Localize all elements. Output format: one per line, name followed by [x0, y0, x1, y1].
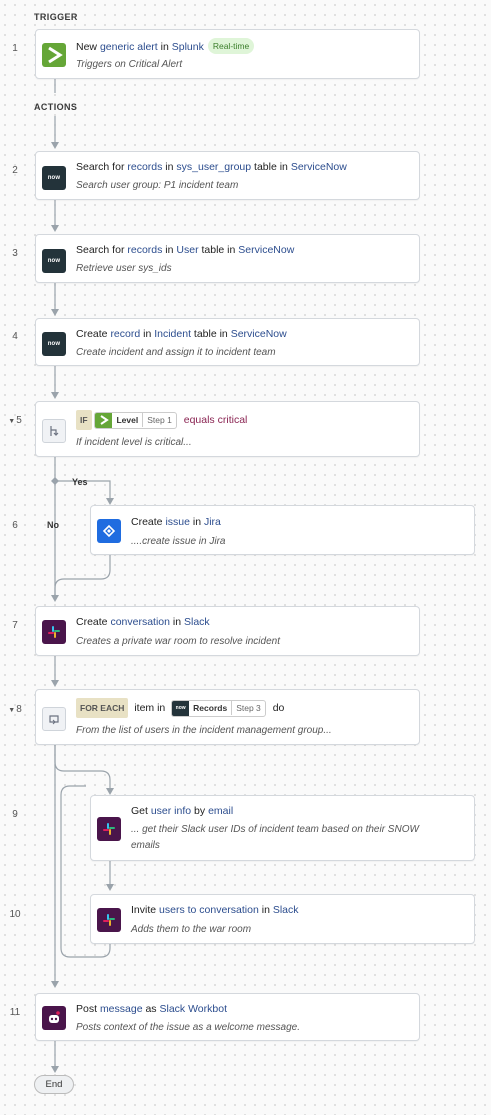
- step-description-line-2: emails: [131, 840, 160, 851]
- step-1-trigger-card[interactable]: New generic alert in Splunk Real-time Tri…: [35, 29, 420, 79]
- step-number: 2: [12, 165, 18, 176]
- step-number: 1: [12, 43, 18, 54]
- if-operator: equals: [183, 413, 215, 426]
- branch-no-label: No: [47, 520, 59, 530]
- actions-section-label: ACTIONS: [34, 102, 78, 112]
- step-number: 6: [12, 520, 18, 531]
- datapill-records[interactable]: now Records Step 3: [171, 699, 266, 717]
- datapill-generic-alert: generic alert: [99, 41, 158, 53]
- step-description: Search user group: P1 incident team: [76, 180, 239, 191]
- if-value: critical: [217, 413, 248, 426]
- step-title: Post message as Slack Workbot: [76, 1003, 227, 1015]
- caret-down-icon: ▼: [8, 707, 16, 714]
- foreach-tag: FOR EACH: [76, 698, 129, 718]
- step-title: Create conversation in Slack: [76, 616, 210, 628]
- step-3-action-card[interactable]: now Search for records in User table in …: [35, 234, 420, 283]
- step-title: Create record in Incident table in Servi…: [76, 328, 287, 340]
- step-number-collapsible[interactable]: ▼5: [0, 415, 30, 426]
- step-description: If incident level is critical...: [76, 437, 192, 448]
- if-condition: IF Level Step 1 equals critical: [76, 410, 411, 430]
- step-title: Search for records in sys_user_group tab…: [76, 161, 347, 173]
- step-number: 11: [9, 1007, 21, 1018]
- branch-icon: [42, 419, 66, 443]
- step-5-if-card[interactable]: IF Level Step 1 equals critical If incide…: [35, 401, 420, 457]
- workbot-icon: [42, 1006, 66, 1030]
- foreach-condition: FOR EACH item in now Records Step 3 do: [76, 698, 411, 718]
- step-title: Search for records in User table in Serv…: [76, 244, 295, 256]
- step-description: ....create issue in Jira: [131, 536, 226, 547]
- step-description: Posts context of the issue as a welcome …: [76, 1022, 300, 1033]
- caret-down-icon: ▼: [8, 418, 16, 425]
- step-2-action-card[interactable]: now Search for records in sys_user_group…: [35, 151, 420, 200]
- servicenow-icon: now: [172, 700, 190, 716]
- step-10-action-card[interactable]: Invite users to conversation in Slack Ad…: [90, 894, 475, 944]
- step-number: 4: [12, 331, 18, 342]
- step-7-action-card[interactable]: Create conversation in Slack Creates a p…: [35, 606, 420, 656]
- step-title: Invite users to conversation in Slack: [131, 904, 299, 916]
- step-title: Create issue in Jira: [131, 516, 221, 528]
- slack-icon: [97, 908, 121, 932]
- step-11-action-card[interactable]: Post message as Slack Workbot Posts cont…: [35, 993, 420, 1041]
- app-name-splunk: Splunk: [171, 41, 204, 53]
- servicenow-icon: now: [42, 332, 66, 356]
- datapill-level[interactable]: Level Step 1: [94, 411, 177, 429]
- slack-icon: [42, 620, 66, 644]
- step-description-line-1: ... get their Slack user IDs of incident…: [131, 824, 419, 835]
- step-8-foreach-card[interactable]: FOR EACH item in now Records Step 3 do Fr…: [35, 689, 420, 745]
- step-6-action-card[interactable]: Create issue in Jira ....create issue in…: [90, 505, 475, 555]
- step-description: Adds them to the war room: [131, 924, 252, 935]
- branch-yes-label: Yes: [72, 477, 88, 487]
- if-tag: IF: [76, 410, 92, 430]
- step-description: Retrieve user sys_ids: [76, 263, 172, 274]
- step-9-action-card[interactable]: Get user info by email ... get their Sla…: [90, 795, 475, 861]
- realtime-badge: Real-time: [207, 38, 255, 54]
- servicenow-icon: now: [42, 166, 66, 190]
- servicenow-icon: now: [42, 249, 66, 273]
- splunk-icon: [95, 412, 113, 428]
- trigger-section-label: TRIGGER: [34, 12, 78, 22]
- step-number-collapsible[interactable]: ▼8: [0, 704, 30, 715]
- step-description: Triggers on Critical Alert: [76, 59, 183, 70]
- step-4-action-card[interactable]: now Create record in Incident table in S…: [35, 318, 420, 366]
- step-number: 10: [9, 909, 21, 920]
- step-description: From the list of users in the incident m…: [76, 725, 332, 736]
- step-number: 7: [12, 620, 18, 631]
- loop-icon: [42, 707, 66, 731]
- step-title: Get user info by email: [131, 805, 234, 817]
- jira-icon: [97, 519, 121, 543]
- step-number: 9: [12, 809, 18, 820]
- step-title: New generic alert in Splunk Real-time: [76, 38, 411, 54]
- step-description: Create incident and assign it to inciden…: [76, 347, 276, 358]
- splunk-icon: [42, 43, 66, 67]
- step-description: Creates a private war room to resolve in…: [76, 636, 280, 647]
- slack-icon: [97, 817, 121, 841]
- end-node: End: [34, 1075, 74, 1094]
- step-number: 3: [12, 248, 18, 259]
